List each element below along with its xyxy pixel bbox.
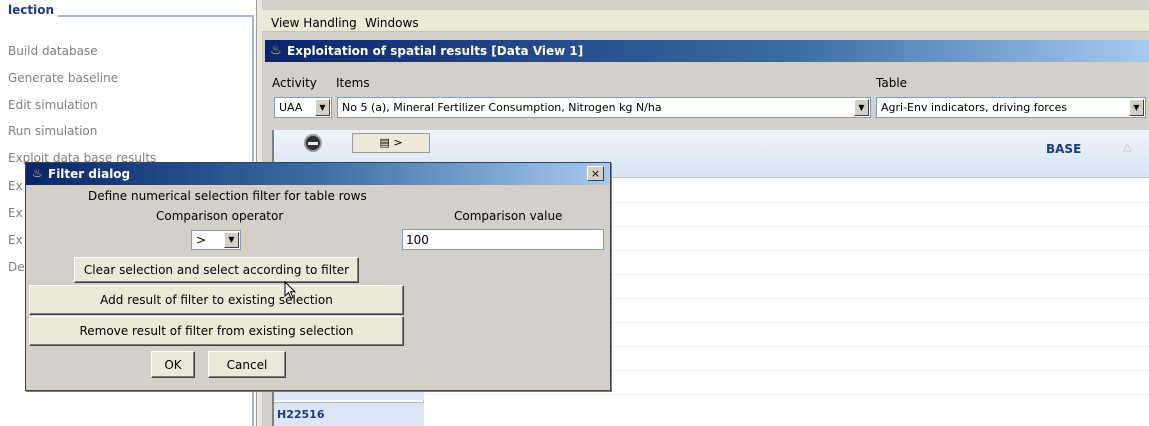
grid-line [424,394,1149,395]
table-select-value: Agri-Env indicators, driving forces [881,101,1068,114]
filter-description: Define numerical selection filter for ta… [88,189,367,203]
sort-ascending-icon[interactable]: △ [1123,140,1131,153]
items-select[interactable]: No 5 (a), Mineral Fertilizer Consumption… [337,97,871,118]
menu-bar: View Handling Windows [262,10,1149,32]
table-row-header[interactable]: H22516 [274,402,424,426]
operator-label: Comparison operator [156,209,284,223]
ok-button[interactable]: OK [151,351,195,378]
nav-edit-simulation[interactable]: Edit simulation [8,98,98,112]
data-view-title: Exploitation of spatial results [Data Vi… [287,44,584,58]
items-select-value: No 5 (a), Mineral Fertilizer Consumption… [342,101,662,114]
items-label: Items [336,76,370,90]
stop-icon[interactable] [304,134,322,152]
next-column-button[interactable]: ▤ > [352,133,430,153]
java-cup-icon: ♨ [270,43,282,58]
cancel-button[interactable]: Cancel [208,351,286,378]
java-cup-icon: ♨ [32,166,43,180]
data-view-titlebar[interactable]: ♨ Exploitation of spatial results [Data … [265,40,1149,62]
remove-from-selection-button[interactable]: Remove result of filter from existing se… [29,316,404,346]
close-icon[interactable]: × [587,166,604,181]
panel-title-divider [58,15,252,17]
mouse-pointer-icon [284,281,297,300]
column-header-base[interactable]: BASE [1046,142,1081,156]
filter-dialog-titlebar[interactable]: ♨ Filter dialog × [26,163,610,185]
table-select[interactable]: Agri-Env indicators, driving forces ▼ [876,97,1146,118]
operator-select-value: > [196,233,207,247]
filter-dialog: ♨ Filter dialog × Define numerical selec… [25,162,611,391]
value-label: Comparison value [454,209,563,223]
selection-panel-title: lection [8,3,55,17]
activity-select-value: UAA [279,101,303,114]
nav-run-simulation[interactable]: Run simulation [8,124,97,138]
activity-label: Activity [272,76,317,90]
operator-select[interactable]: > ▼ [191,230,241,250]
chevron-down-icon[interactable]: ▼ [854,99,869,116]
menu-view-handling[interactable]: View Handling [271,16,357,30]
add-to-selection-button[interactable]: Add result of filter to existing selecti… [29,285,404,315]
chevron-down-icon[interactable]: ▼ [1129,99,1144,116]
comparison-value-input[interactable] [402,229,604,250]
menu-windows[interactable]: Windows [365,16,419,30]
activity-select[interactable]: UAA ▼ [274,97,332,118]
chevron-down-icon[interactable]: ▼ [224,232,239,248]
table-label: Table [876,76,908,90]
nav-generate-baseline[interactable]: Generate baseline [8,71,118,85]
clear-and-select-button[interactable]: Clear selection and select according to … [74,257,359,283]
nav-build-database[interactable]: Build database [8,44,98,58]
chevron-down-icon[interactable]: ▼ [315,99,330,116]
filter-dialog-title: Filter dialog [48,167,131,181]
